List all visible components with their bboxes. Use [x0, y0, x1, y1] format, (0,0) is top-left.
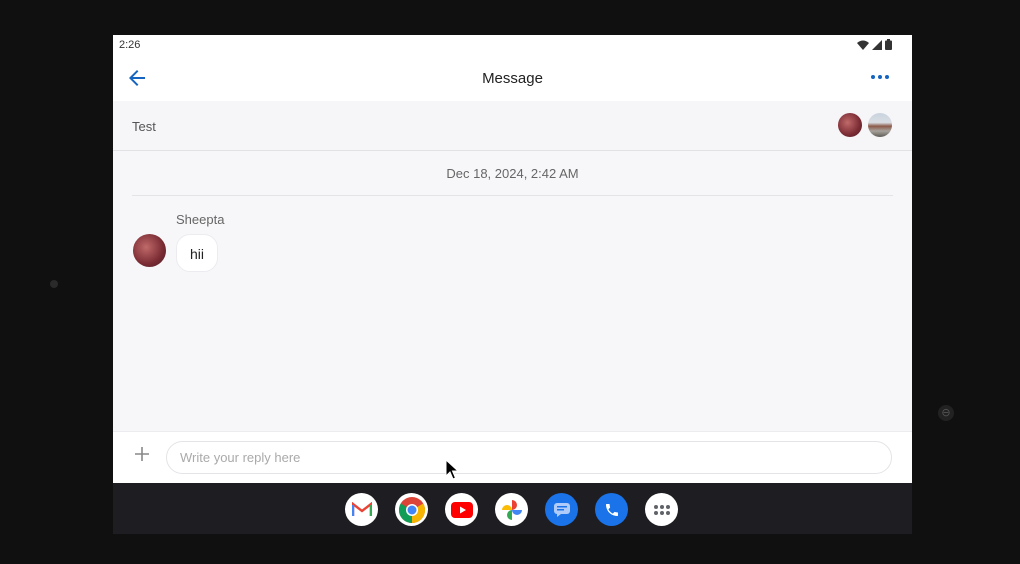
add-attachment-icon[interactable] [133, 445, 151, 463]
divider [132, 195, 893, 196]
conversation-header[interactable]: Test [113, 101, 912, 151]
chrome-icon[interactable] [395, 493, 428, 526]
status-time: 2:26 [119, 39, 141, 51]
message-bubble[interactable]: hii [176, 234, 219, 272]
app-drawer-icon[interactable] [645, 493, 678, 526]
status-icons [857, 39, 892, 50]
message-sender: Sheepta [176, 212, 225, 227]
mouse-cursor-icon [445, 459, 459, 480]
date-divider: Dec 18, 2024, 2:42 AM [446, 166, 579, 181]
battery-icon [885, 39, 892, 50]
reply-input[interactable] [166, 441, 892, 474]
app-dock [113, 483, 912, 534]
app-bar: Message [113, 55, 912, 101]
status-bar: 2:26 [113, 35, 912, 55]
more-options-icon[interactable] [868, 67, 892, 87]
participant-avatars[interactable] [838, 113, 892, 137]
side-button: ⊖ [938, 405, 954, 421]
avatar [868, 113, 892, 137]
device-screen: 2:26 Message Test Dec 18, 2024, 2:42 AM … [113, 35, 912, 534]
signal-icon [872, 39, 882, 50]
device-bezel: ⊖ 2:26 Message Test Dec 18, 2024, 2:42 A… [0, 0, 1020, 564]
phone-icon[interactable] [595, 493, 628, 526]
page-title: Message [482, 70, 543, 87]
camera-dot [50, 280, 58, 288]
youtube-icon[interactable] [445, 493, 478, 526]
avatar [838, 113, 862, 137]
photos-icon[interactable] [495, 493, 528, 526]
messages-icon[interactable] [545, 493, 578, 526]
conversation-name: Test [132, 119, 156, 134]
wifi-icon [857, 40, 869, 50]
avatar[interactable] [133, 234, 166, 267]
gmail-icon[interactable] [345, 493, 378, 526]
reply-composer [113, 431, 912, 483]
